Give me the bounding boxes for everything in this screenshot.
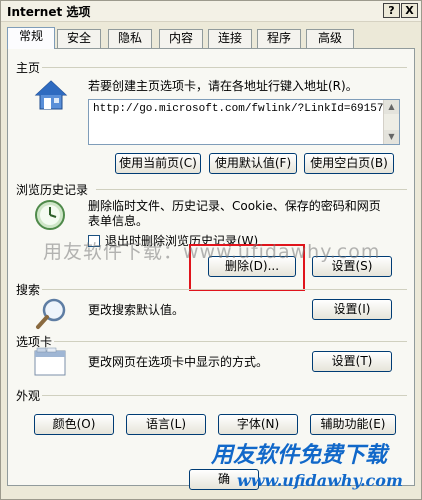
search-description: 更改搜索默认值。 xyxy=(88,303,185,317)
appearance-divider xyxy=(42,395,407,396)
colors-button[interactable]: 颜色(O) xyxy=(34,414,114,435)
accessibility-button[interactable]: 辅助功能(E) xyxy=(310,414,396,435)
languages-button[interactable]: 语言(L) xyxy=(126,414,206,435)
url-scrollbar[interactable]: ▲ ▼ xyxy=(383,100,399,144)
watermark-text: 用友软件下载：www.ufidawhy.com xyxy=(43,241,381,263)
tab-general[interactable]: 常规 xyxy=(7,27,55,49)
home-url-input[interactable]: http://go.microsoft.com/fwlink/?LinkId=6… xyxy=(88,99,400,145)
home-divider xyxy=(42,67,407,68)
tab-advanced[interactable]: 高级 xyxy=(306,29,354,48)
tab-security[interactable]: 安全 xyxy=(57,29,101,48)
internet-options-window: Internet 选项 ? X 常规 安全 隐私 内容 连接 程序 高级 主页 … xyxy=(0,0,422,500)
help-button[interactable]: ? xyxy=(383,3,400,18)
close-button[interactable]: X xyxy=(401,3,418,18)
magnifier-icon xyxy=(36,298,66,329)
appearance-section-title: 外观 xyxy=(16,389,41,403)
history-section-title: 浏览历史记录 xyxy=(16,183,89,197)
tab-content[interactable]: 内容 xyxy=(159,29,203,48)
fonts-button[interactable]: 字体(N) xyxy=(218,414,298,435)
history-clock-icon xyxy=(35,200,65,230)
home-description: 若要创建主页选项卡，请在各地址行键入地址(R)。 xyxy=(88,79,358,93)
title-bar: Internet 选项 ? X xyxy=(1,1,421,22)
general-tab-panel: 主页 若要创建主页选项卡，请在各地址行键入地址(R)。 http://go.mi… xyxy=(7,48,415,486)
scroll-down-icon[interactable]: ▼ xyxy=(384,130,399,144)
use-default-button[interactable]: 使用默认值(F) xyxy=(209,153,297,174)
history-description-line2: 表单信息。 xyxy=(88,214,149,228)
tabs-window-icon xyxy=(34,347,66,376)
history-description-line1: 删除临时文件、历史记录、Cookie、保存的密码和网页 xyxy=(88,199,381,213)
home-url-text: http://go.microsoft.com/fwlink/?LinkId=6… xyxy=(93,103,384,115)
window-title: Internet 选项 xyxy=(7,5,91,19)
tabs-description: 更改网页在选项卡中显示的方式。 xyxy=(88,355,269,369)
brand-url: www.ufidawhy.com xyxy=(237,471,403,490)
scroll-up-icon[interactable]: ▲ xyxy=(384,100,399,114)
use-current-button[interactable]: 使用当前页(C) xyxy=(115,153,201,174)
search-settings-button[interactable]: 设置(I) xyxy=(312,299,392,320)
tab-connections[interactable]: 连接 xyxy=(208,29,252,48)
tab-privacy[interactable]: 隐私 xyxy=(108,29,152,48)
tabs-divider xyxy=(54,341,407,342)
history-divider xyxy=(96,189,407,190)
use-blank-button[interactable]: 使用空白页(B) xyxy=(304,153,394,174)
home-section-title: 主页 xyxy=(16,61,41,75)
tab-programs[interactable]: 程序 xyxy=(257,29,301,48)
tabs-settings-button[interactable]: 设置(T) xyxy=(312,351,392,372)
home-icon xyxy=(34,80,68,110)
brand-name: 用友软件免费下载 xyxy=(211,443,388,468)
search-divider xyxy=(42,289,407,290)
search-section-title: 搜索 xyxy=(16,283,41,297)
